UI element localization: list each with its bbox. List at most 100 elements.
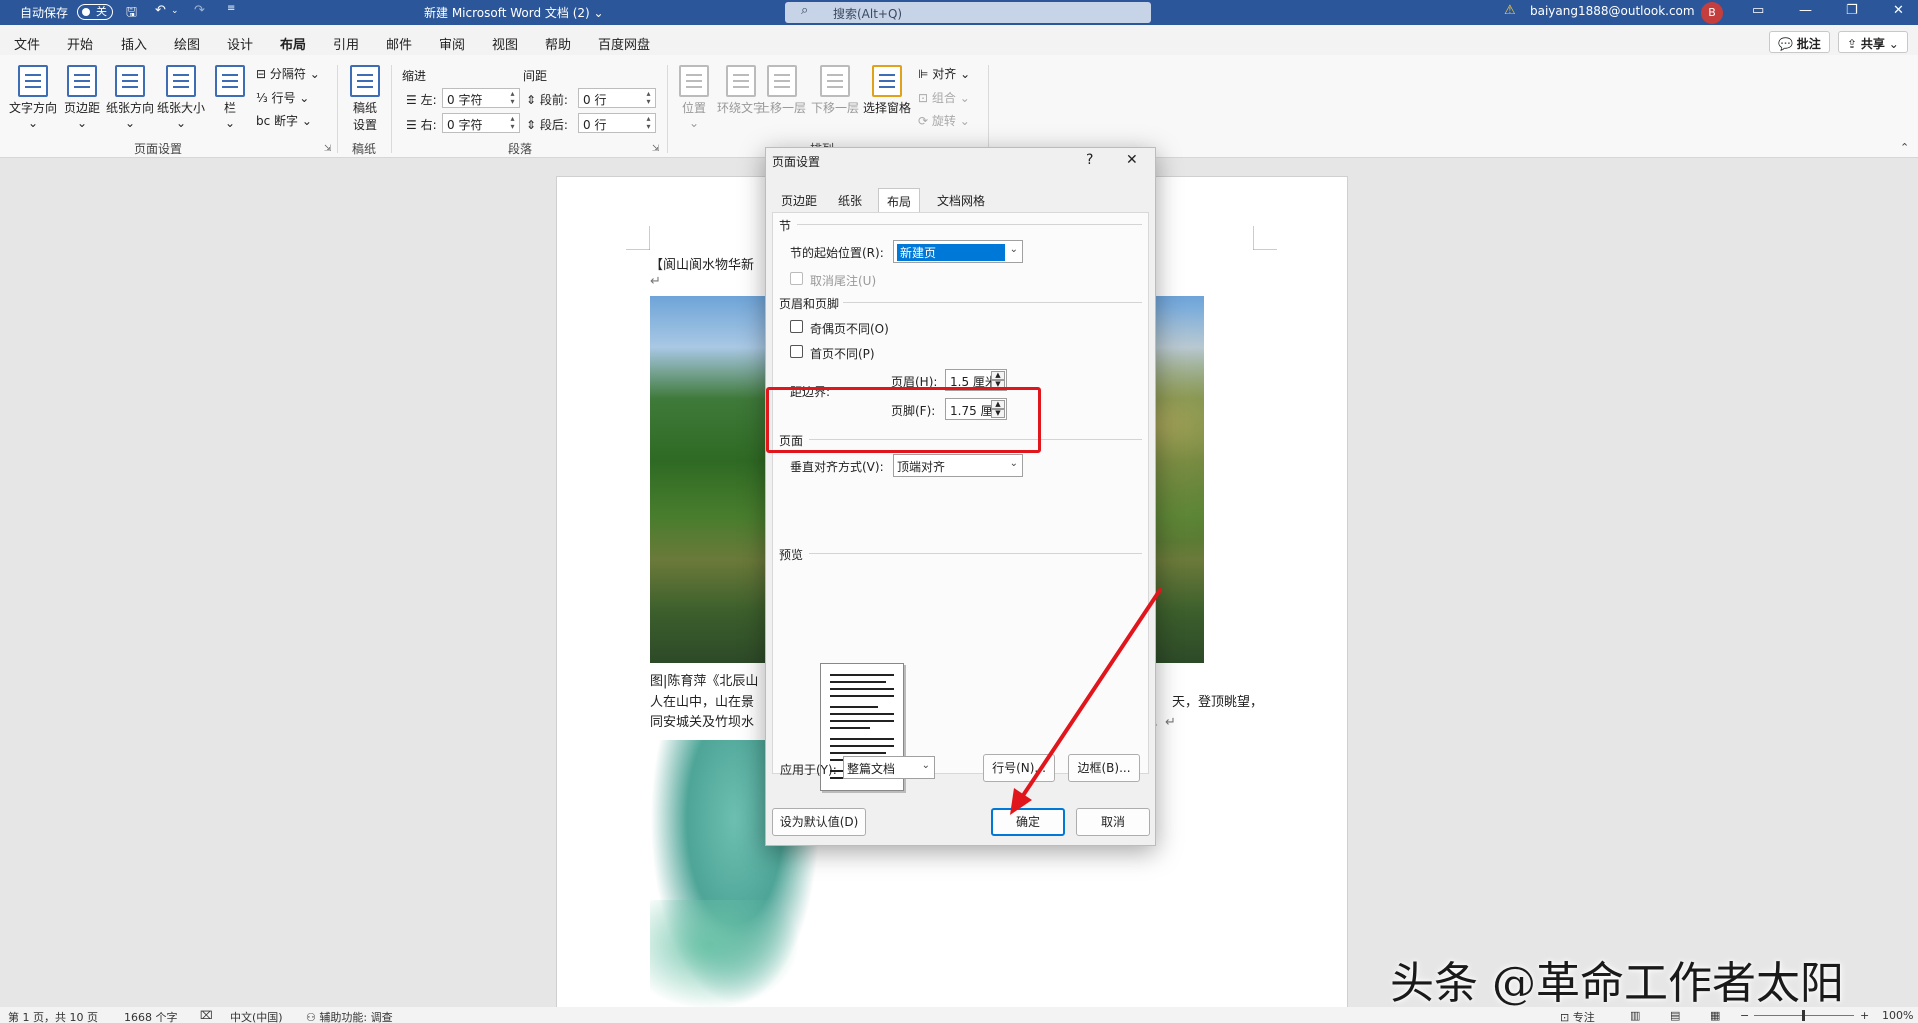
tab-view[interactable]: 视图 [492, 34, 518, 53]
close-icon[interactable]: ✕ [1893, 3, 1904, 18]
indent-left-input[interactable]: 0 字符 [442, 88, 520, 108]
preview-line [830, 745, 894, 747]
line-numbers-button[interactable]: ⅓ 行号 ⌄ [256, 89, 309, 106]
read-mode-icon[interactable]: ▥ [1630, 1009, 1640, 1022]
size-button[interactable]: 纸张大小 ⌄ [157, 65, 205, 130]
spacing-after-icon: ⇕ [526, 118, 537, 132]
dialog-tab-layout[interactable]: 布局 [878, 188, 921, 212]
spin-up-icon[interactable]: ▲ [991, 371, 1005, 380]
group-button[interactable]: ⊡ 组合 ⌄ [918, 89, 970, 106]
word-count[interactable]: 1668 个字 [124, 1009, 178, 1023]
zoom-slider-handle[interactable] [1802, 1010, 1805, 1021]
rotate-button[interactable]: ⟳ 旋转 ⌄ [918, 112, 970, 129]
dialog-close-icon[interactable]: ✕ [1126, 152, 1138, 168]
language[interactable]: 中文(中国) [230, 1009, 283, 1023]
tab-draw[interactable]: 绘图 [174, 34, 200, 53]
odd-even-checkbox[interactable] [790, 320, 803, 333]
ok-button[interactable]: 确定 [991, 808, 1065, 836]
hyphenation-button[interactable]: bc 断字 ⌄ [256, 112, 312, 129]
paragraph-launcher-icon[interactable]: ⇲ [652, 144, 660, 154]
zoom-level[interactable]: 100% [1882, 1009, 1913, 1022]
zoom-out-icon[interactable]: − [1740, 1009, 1749, 1022]
restore-icon[interactable]: ❐ [1846, 3, 1858, 18]
margin-corner-mark [1253, 226, 1277, 250]
first-page-checkbox[interactable] [790, 345, 803, 358]
indent-header: 缩进 [402, 69, 427, 83]
body-line-2-end: 天，登顶眺望， [1172, 695, 1264, 710]
vertical-align-select[interactable]: 顶端对齐 ⌄ [893, 454, 1023, 477]
focus-button[interactable]: ⊡ 专注 [1560, 1009, 1595, 1023]
send-backward-icon [820, 65, 850, 97]
set-default-button[interactable]: 设为默认值(D) [772, 808, 866, 836]
tab-help[interactable]: 帮助 [545, 34, 571, 53]
spacing-after-input[interactable]: 0 行 [578, 113, 656, 133]
save-icon[interactable]: 🖫 [126, 3, 137, 25]
align-button[interactable]: ⊫ 对齐 ⌄ [918, 65, 970, 82]
dialog-tab-paper[interactable]: 纸张 [830, 188, 870, 212]
apply-to-select[interactable]: 整篇文档 ⌄ [843, 756, 935, 779]
help-icon[interactable]: ? [1086, 152, 1093, 168]
search-box[interactable]: ⌕ 搜索(Alt+Q) [785, 2, 1151, 23]
spacing-before-label: ⇕ 段前: [526, 93, 568, 107]
cancel-button[interactable]: 取消 [1076, 808, 1150, 836]
redo-icon[interactable]: ↷ [194, 3, 205, 18]
print-layout-icon[interactable]: ▤ [1670, 1009, 1680, 1022]
manuscript-settings-button[interactable]: 稿纸 设置 [350, 65, 380, 133]
tab-mailings[interactable]: 邮件 [386, 34, 412, 53]
orientation-button[interactable]: 纸张方向 ⌄ [106, 65, 154, 130]
line-numbers-button[interactable]: 行号(N)... [983, 754, 1055, 782]
tab-baidu-netdisk[interactable]: 百度网盘 [598, 34, 650, 53]
divider [337, 65, 338, 153]
share-button[interactable]: ⇪ 共享 ⌄ [1838, 31, 1908, 53]
send-backward-button[interactable]: 下移一层 [811, 65, 859, 116]
margins-button[interactable]: 页边距 ⌄ [64, 65, 100, 130]
undo-dropdown-icon[interactable]: ⌄ [171, 6, 179, 16]
undo-icon[interactable]: ↶ [155, 3, 166, 18]
position-button[interactable]: 位置 ⌄ [679, 65, 709, 130]
proofing-icon[interactable]: ⌧ [200, 1009, 213, 1022]
page-count[interactable]: 第 1 页，共 10 页 [8, 1009, 98, 1023]
text-direction-button[interactable]: 文字方向 ⌄ [9, 65, 57, 130]
autosave-toggle[interactable]: 关 [77, 4, 113, 20]
ribbon-display-icon[interactable]: ▭ [1752, 3, 1764, 18]
suppress-endnotes-checkbox[interactable] [790, 272, 803, 285]
bring-forward-button[interactable]: 上移一层 [758, 65, 806, 116]
tab-layout[interactable]: 布局 [280, 34, 307, 61]
tab-insert[interactable]: 插入 [121, 34, 147, 53]
zoom-in-icon[interactable]: + [1860, 1009, 1869, 1022]
tab-home[interactable]: 开始 [67, 34, 93, 53]
divider [843, 302, 1142, 303]
comment-button[interactable]: 💬 批注 [1769, 31, 1830, 53]
vertical-align-label: 垂直对齐方式(V): [790, 460, 884, 474]
section-start-select[interactable]: 新建页 ⌄ [893, 240, 1023, 263]
tab-design[interactable]: 设计 [227, 34, 253, 53]
first-page-label: 首页不同(P) [810, 347, 875, 361]
page-setup-launcher-icon[interactable]: ⇲ [324, 144, 332, 154]
spacing-before-input[interactable]: 0 行 [578, 88, 656, 108]
dialog-tab-margins[interactable]: 页边距 [773, 188, 825, 212]
borders-button[interactable]: 边框(B)... [1068, 754, 1140, 782]
customize-toolbar-icon[interactable]: ≡ [227, 3, 235, 14]
dialog-tab-doc-grid[interactable]: 文档网格 [929, 188, 993, 212]
tab-review[interactable]: 审阅 [439, 34, 465, 53]
preview-heading: 预览 [779, 548, 804, 562]
layout-panel: 节 节的起始位置(R): 新建页 ⌄ 取消尾注(U) 页眉和页脚 奇偶页不同(O… [772, 212, 1149, 791]
avatar[interactable]: B [1701, 2, 1723, 24]
tab-references[interactable]: 引用 [333, 34, 359, 53]
account-email[interactable]: baiyang1888@outlook.com [1530, 4, 1695, 18]
focus-icon: ⊡ [1560, 1011, 1570, 1023]
chevron-down-icon: ⌄ [1009, 244, 1018, 255]
accessibility[interactable]: ⚇ 辅助功能: 调查 [306, 1009, 393, 1023]
minimize-icon[interactable]: — [1799, 3, 1812, 18]
collapse-ribbon-icon[interactable]: ⌃ [1900, 141, 1909, 154]
preview-line [830, 738, 894, 740]
indent-right-input[interactable]: 0 字符 [442, 113, 520, 133]
warning-icon[interactable]: ⚠ [1504, 3, 1516, 18]
web-layout-icon[interactable]: ▦ [1710, 1009, 1720, 1022]
selection-pane-button[interactable]: 选择窗格 [863, 65, 911, 116]
tab-file[interactable]: 文件 [14, 34, 40, 53]
search-placeholder: 搜索(Alt+Q) [833, 7, 903, 21]
dialog-tabs: 页边距 纸张 布局 文档网格 [766, 188, 1155, 212]
columns-button[interactable]: 栏 ⌄ [215, 65, 245, 130]
breaks-button[interactable]: ⊟ 分隔符 ⌄ [256, 65, 320, 82]
